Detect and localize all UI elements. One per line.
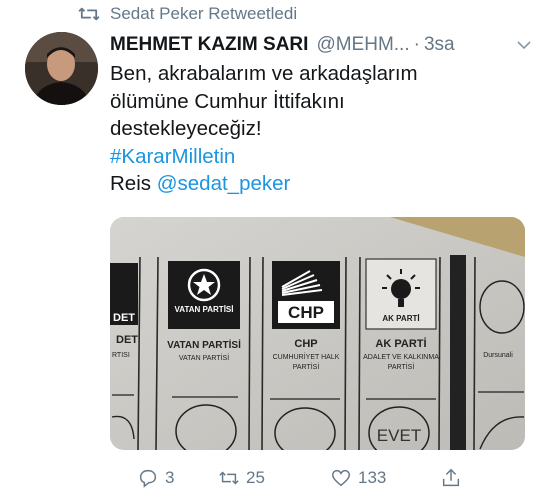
tweet-text-line-1: Ben, akrabalarım ve arkadaşlarım [110,62,418,85]
reply-count: 3 [165,468,175,487]
retweet-action-icon [219,471,239,485]
ak-parti-sub-2: PARTİSİ [388,362,415,371]
ak-parti-name: AK PARTİ [375,337,426,350]
heart-icon [332,469,350,487]
reis-text: Reis [110,172,152,195]
separator-dot: · [413,34,420,55]
retweet-icon [78,7,100,21]
chp-sub-2: PARTİSİ [293,362,320,371]
like-count: 133 [358,468,387,487]
hashtag-link[interactable]: #KararMilletin [110,145,235,168]
tweet-actions: 3 25 133 [110,464,540,492]
party-logo-1-text: DET [113,312,135,324]
chp-name: CHP [294,338,317,350]
tweet-text-line-2: ölümüne Cumhur İttifakını [110,89,345,113]
retweet-count: 25 [246,468,265,487]
retweet-banner[interactable]: Sedat Peker Retweetledi [78,3,297,25]
chevron-down-icon[interactable] [516,37,532,53]
vatan-partisi-sub: VATAN PARTİSİ [179,353,229,362]
avatar-image [25,32,98,105]
tweet-header: MEHMET KAZIM SARI @MEHM... · 3sa [110,32,540,58]
chp-logo-text: CHP [288,303,324,322]
tweet-media-image[interactable]: DET DET RTISI VATAN PARTİSİ VATAN PARTİS… [110,217,525,450]
retweet-banner-text: Sedat Peker Retweetledi [110,4,298,23]
vatan-partisi-name: VATAN PARTİSİ [167,338,241,351]
author-handle[interactable]: @MEHM... [316,34,409,56]
party-1-sub: RTISI [112,352,130,359]
avatar[interactable] [25,32,98,105]
ak-parti-sub-1: ADALET VE KALKINMA [363,354,439,361]
ak-parti-logo-text: AK PARTİ [382,314,419,323]
party-1-name: DET [116,334,138,346]
share-button[interactable] [440,467,468,489]
reply-button[interactable]: 3 [137,467,174,489]
evet-stamp: EVET [377,426,421,445]
tweet-text-line-3: destekleyeceğiz! [110,117,262,140]
author-name[interactable]: MEHMET KAZIM SARI [110,34,308,56]
tweet-text: Ben, akrabalarım ve arkadaşlarım ölümüne… [110,60,530,198]
mention-link[interactable]: @sedat_peker [157,172,291,195]
reply-icon [139,469,157,488]
chp-sub-1: CUMHURİYET HALK [273,352,340,361]
ballot-black-bar [450,255,466,450]
last-column-text: Dursunali [483,352,513,359]
tweet-time[interactable]: 3sa [424,34,455,56]
like-button[interactable]: 133 [330,467,386,489]
retweet-button[interactable]: 25 [218,467,265,489]
share-icon [442,468,460,487]
vatan-logo-text: VATAN PARTİSİ [175,305,234,314]
